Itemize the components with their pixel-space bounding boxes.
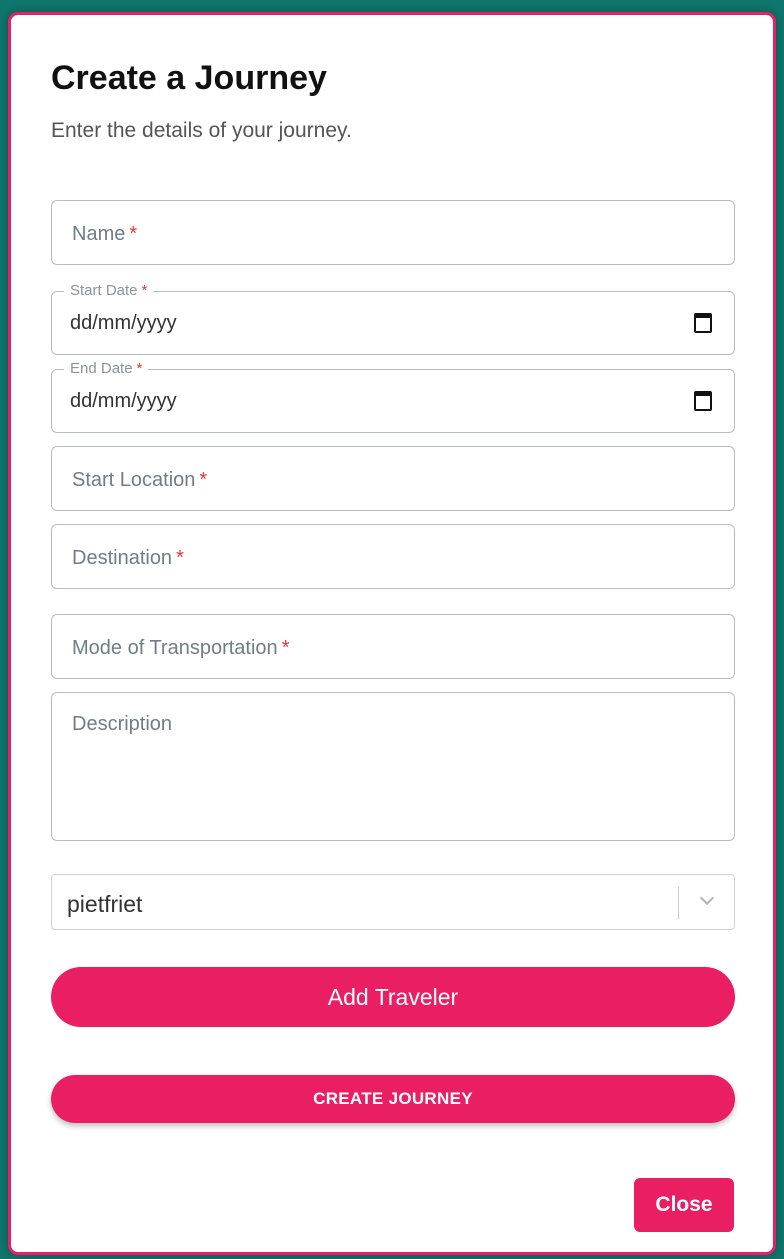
- end-date-label: End Date *: [64, 360, 149, 377]
- description-textarea[interactable]: Description: [51, 692, 735, 841]
- chevron-down-icon[interactable]: [699, 890, 715, 906]
- create-journey-button[interactable]: CREATE JOURNEY: [51, 1075, 735, 1123]
- required-marker: *: [129, 223, 138, 245]
- start-date-value: dd/mm/yyyy: [70, 312, 177, 334]
- required-marker: *: [176, 547, 184, 569]
- start-date-label: Start Date *: [64, 282, 154, 299]
- end-date-value: dd/mm/yyyy: [70, 390, 177, 412]
- name-input[interactable]: Name *: [51, 200, 735, 265]
- select-divider: [678, 887, 679, 919]
- required-marker: *: [199, 469, 208, 491]
- destination-input[interactable]: Destination *: [51, 524, 735, 589]
- required-marker: *: [281, 637, 290, 659]
- transportation-placeholder: Mode of Transportation *: [72, 637, 290, 659]
- start-date-input[interactable]: Start Date * dd/mm/yyyy: [51, 282, 735, 355]
- destination-placeholder: Destination *: [72, 547, 184, 569]
- description-placeholder: Description: [72, 713, 173, 735]
- create-journey-modal: Create a Journey Enter the details of yo…: [8, 12, 776, 1255]
- name-placeholder: Name *: [72, 223, 138, 245]
- add-traveler-button[interactable]: Add Traveler: [51, 967, 735, 1027]
- traveler-select[interactable]: pietfriet: [51, 874, 735, 930]
- traveler-select-value: pietfriet: [67, 891, 143, 917]
- start-location-placeholder: Start Location *: [72, 469, 208, 491]
- close-button[interactable]: Close: [634, 1178, 734, 1232]
- calendar-icon[interactable]: [694, 391, 712, 411]
- end-date-input[interactable]: End Date * dd/mm/yyyy: [51, 360, 735, 433]
- start-location-input[interactable]: Start Location *: [51, 446, 735, 511]
- calendar-icon[interactable]: [694, 313, 712, 333]
- transportation-input[interactable]: Mode of Transportation *: [51, 614, 735, 679]
- modal-subtitle: Enter the details of your journey.: [51, 119, 352, 142]
- required-marker: *: [136, 360, 143, 377]
- required-marker: *: [141, 282, 148, 299]
- modal-title: Create a Journey: [51, 59, 327, 97]
